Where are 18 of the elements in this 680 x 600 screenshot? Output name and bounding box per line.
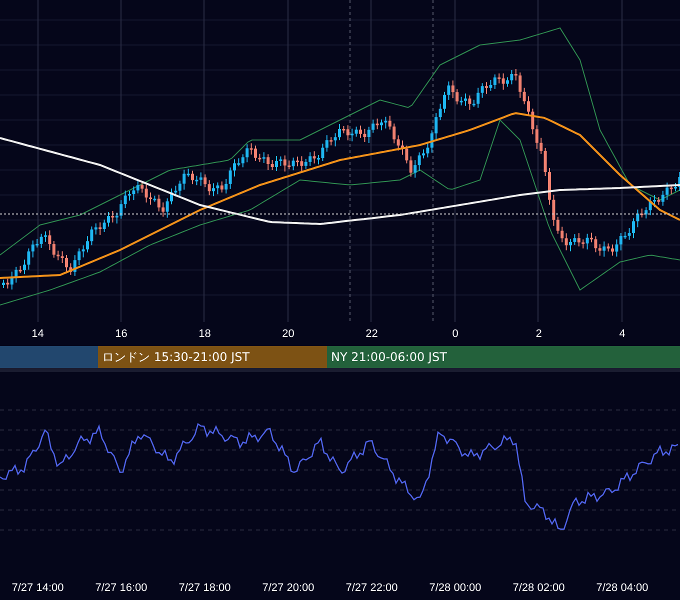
axis-label: 18 — [198, 328, 212, 340]
axis-label: 7/27 14:00 — [10, 582, 65, 594]
axis-label: 7/27 18:00 — [178, 582, 232, 594]
session-band: ロンドン 15:30-21:00 JST — [98, 346, 327, 368]
axis-label: 7/28 02:00 — [512, 582, 566, 594]
axis-label: 7/28 00:00 — [428, 582, 482, 594]
axis-label: 7/28 04:00 — [595, 582, 650, 594]
axis-label: 7/27 22:00 — [344, 582, 399, 594]
session-band: NY 21:00-06:00 JST — [327, 346, 680, 368]
axis-label: 20 — [281, 328, 296, 340]
axis-label: 2 — [534, 328, 543, 340]
axis-label: 22 — [364, 328, 379, 340]
axis-label: 0 — [451, 328, 460, 340]
axis-label: 4 — [618, 328, 626, 340]
axis-label: 16 — [114, 328, 128, 340]
axis-label: 7/27 20:00 — [261, 582, 316, 594]
axis-label: 7/27 16:00 — [94, 582, 148, 594]
axis-label: 14 — [30, 328, 45, 340]
